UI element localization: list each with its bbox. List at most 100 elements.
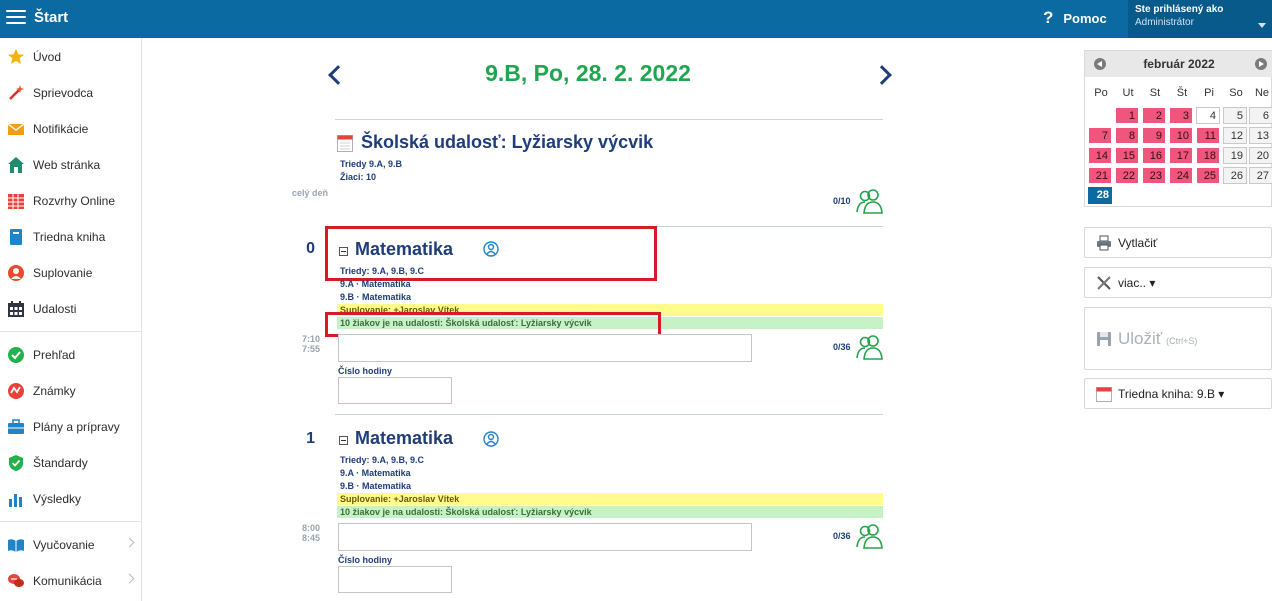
next-month-icon[interactable] (1255, 58, 1267, 70)
calendar-day[interactable]: 23 (1142, 167, 1166, 184)
attendance-people-icon[interactable] (856, 188, 883, 214)
calendar-day[interactable]: 25 (1196, 167, 1220, 184)
sidebar-item-komunikacia[interactable]: Komunikácia (0, 563, 141, 599)
calendar-day[interactable]: 7 (1088, 127, 1112, 144)
house-icon (7, 156, 25, 174)
sidebar-item-label: Rozvrhy Online (33, 194, 116, 208)
save-button[interactable]: Uložiť (Ctrl+S) (1084, 307, 1272, 370)
sidebar-item-label: Web stránka (33, 158, 101, 172)
lesson-group: 9.B · Matematika (340, 292, 412, 302)
magic-wand-icon (7, 84, 25, 102)
hamburger-menu-icon[interactable] (6, 8, 26, 28)
divider (335, 414, 883, 415)
calendar-grid-icon (7, 300, 25, 318)
attendance-people-icon[interactable] (856, 334, 883, 360)
save-label: Uložiť (1118, 328, 1163, 348)
next-day-arrow-icon[interactable] (872, 65, 892, 85)
sidebar-item-label: Úvod (33, 50, 62, 64)
weekday-label: Št (1176, 87, 1188, 99)
calendar-day-today[interactable]: 28 (1088, 187, 1112, 204)
teacher-person-icon[interactable] (483, 431, 499, 452)
sidebar-item-uvod[interactable]: Úvod (0, 39, 141, 75)
prev-day-arrow-icon[interactable] (328, 65, 348, 85)
calendar-day[interactable]: 26 (1223, 167, 1247, 184)
calendar-day[interactable]: 20 (1249, 147, 1272, 164)
calendar-day[interactable]: 27 (1249, 167, 1272, 184)
user-menu-name: Administrátor (1135, 17, 1194, 28)
event-classes: Triedy 9.A, 9.B (340, 159, 403, 169)
lesson-time-to: 8:45 (301, 533, 320, 543)
calendar-day[interactable]: 22 (1115, 167, 1139, 184)
lesson-topic-input[interactable] (338, 523, 752, 551)
calendar-day[interactable]: 11 (1196, 127, 1220, 144)
print-button[interactable]: Vytlačiť (1084, 227, 1272, 258)
sidebar-item-notifikacie[interactable]: Notifikácie (0, 111, 141, 147)
lesson-classes: Triedy: 9.A, 9.B, 9.C (340, 455, 425, 465)
sidebar-item-suplovanie[interactable]: Suplovanie (0, 255, 141, 291)
sidebar-item-label: Vyučovanie (33, 538, 95, 552)
weekday-label: Po (1094, 87, 1108, 99)
lesson-time-to: 7:55 (301, 344, 320, 354)
sidebar-item-label: Výsledky (33, 492, 82, 506)
event-calendar-icon (337, 134, 353, 157)
calendar-day[interactable]: 4 (1196, 107, 1220, 124)
bar-chart-icon (7, 490, 25, 508)
user-menu[interactable]: Ste prihlásený ako Administrátor (1128, 0, 1272, 38)
floppy-disk-icon (1096, 331, 1112, 347)
substitute-person-icon (7, 264, 25, 282)
sidebar-item-udalosti[interactable]: Udalosti (0, 291, 141, 327)
lesson-time-from: 7:10 (301, 334, 320, 344)
calendar-day[interactable]: 5 (1223, 107, 1247, 124)
sidebar-item-vyucovanie[interactable]: Vyučovanie (0, 527, 141, 563)
star-icon (7, 48, 25, 66)
calendar-day[interactable]: 16 (1142, 147, 1166, 164)
hour-number-label: Číslo hodiny (338, 366, 392, 376)
calendar-day[interactable]: 17 (1169, 147, 1193, 164)
sidebar-item-prehlad[interactable]: Prehľad (0, 337, 141, 373)
calendar-day[interactable]: 14 (1088, 147, 1112, 164)
hour-number-input[interactable] (338, 566, 452, 593)
sidebar-divider (0, 521, 141, 522)
sidebar-item-triedna-kniha[interactable]: Triedna kniha (0, 219, 141, 255)
sidebar-divider (0, 331, 141, 332)
calendar-day[interactable]: 15 (1115, 147, 1139, 164)
sidebar: Úvod Sprievodca Notifikácie Web stránka … (0, 38, 142, 601)
event-absence-band: 10 žiakov je na udalosti: Školská udalos… (337, 506, 883, 518)
printer-icon (1096, 235, 1112, 251)
sidebar-item-sprievodca[interactable]: Sprievodca (0, 75, 141, 111)
calendar-day[interactable]: 13 (1249, 127, 1272, 144)
open-book-icon (7, 536, 25, 554)
calendar-day[interactable]: 10 (1169, 127, 1193, 144)
attendance-people-icon[interactable] (856, 523, 883, 549)
weekday-label: Ut (1122, 87, 1134, 99)
calendar-day[interactable]: 19 (1223, 147, 1247, 164)
collapse-toggle-icon[interactable] (339, 436, 348, 445)
hour-number-label: Číslo hodiny (338, 555, 392, 565)
calendar-day[interactable]: 6 (1249, 107, 1272, 124)
calendar-day[interactable]: 18 (1196, 147, 1220, 164)
calendar-day[interactable]: 3 (1169, 107, 1193, 124)
sidebar-item-rozvrhy-online[interactable]: Rozvrhy Online (0, 183, 141, 219)
question-mark-icon: ? (1043, 8, 1054, 27)
sidebar-item-vysledky[interactable]: Výsledky (0, 481, 141, 517)
timetable-icon (7, 192, 25, 210)
calendar-day[interactable]: 12 (1223, 127, 1247, 144)
classbook-select[interactable]: Triedna kniha: 9.B ▾ (1084, 378, 1272, 409)
help-button[interactable]: ? Pomoc (1043, 8, 1107, 28)
hour-number-input[interactable] (338, 377, 452, 404)
sidebar-item-web-stranka[interactable]: Web stránka (0, 147, 141, 183)
calendar-day[interactable]: 21 (1088, 167, 1112, 184)
calendar-day[interactable]: 24 (1169, 167, 1193, 184)
lesson-topic-input[interactable] (338, 334, 752, 362)
more-button[interactable]: viac.. ▾ (1084, 267, 1272, 298)
calendar-day[interactable]: 9 (1142, 127, 1166, 144)
calendar-day[interactable]: 8 (1115, 127, 1139, 144)
sidebar-item-znamky[interactable]: Známky (0, 373, 141, 409)
top-bar: Štart ? Pomoc Ste prihlásený ako Adminis… (0, 0, 1272, 38)
sidebar-item-standardy[interactable]: Štandardy (0, 445, 141, 481)
sidebar-item-plany-a-pripravy[interactable]: Plány a prípravy (0, 409, 141, 445)
lesson-group: 9.A · Matematika (340, 468, 411, 478)
calendar-day[interactable]: 1 (1115, 107, 1139, 124)
calendar-day[interactable]: 2 (1142, 107, 1166, 124)
sidebar-item-label: Plány a prípravy (33, 420, 120, 434)
